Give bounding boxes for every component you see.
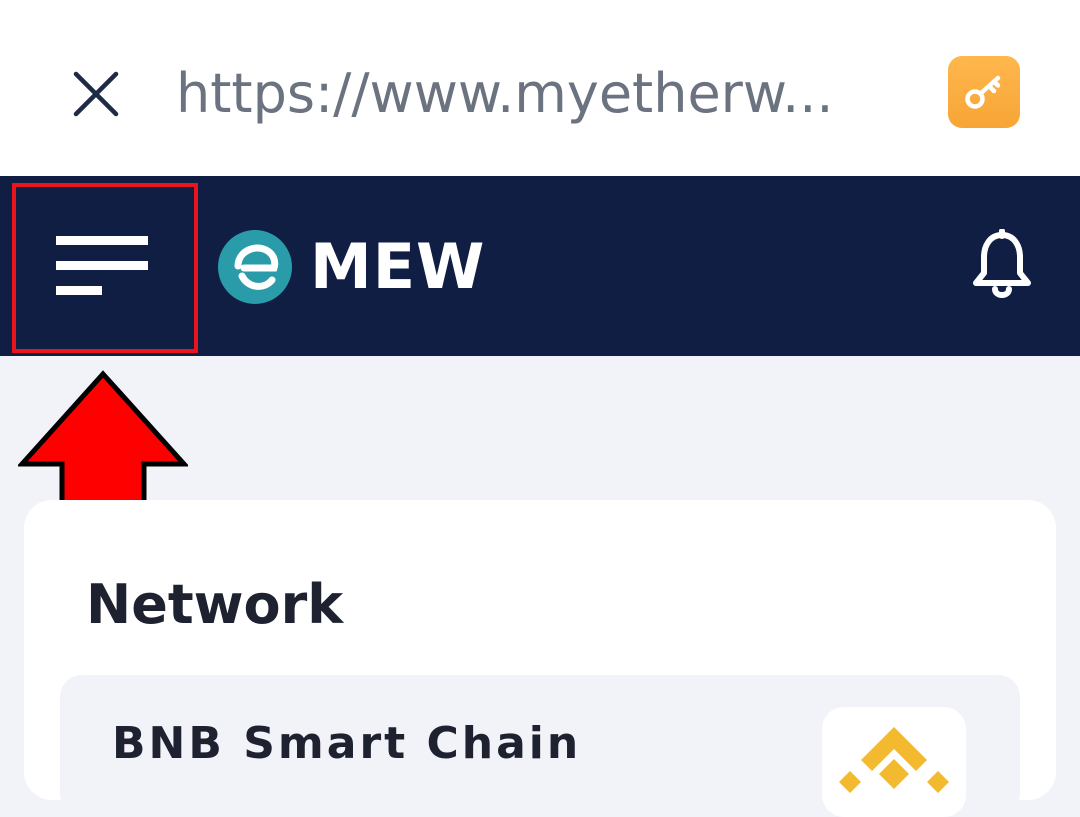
key-button[interactable] (948, 56, 1020, 128)
logo-text: MEW (310, 230, 486, 303)
close-icon (73, 71, 119, 117)
network-name: BNB Smart Chain (112, 718, 582, 769)
mew-logo-icon (218, 230, 292, 304)
bnb-logo-icon (839, 727, 949, 793)
mew-logo[interactable]: MEW (218, 230, 486, 304)
bell-icon (973, 229, 1031, 298)
key-icon (965, 75, 1001, 109)
bnb-logo (822, 707, 966, 817)
highlight-box (12, 183, 198, 353)
notifications-button[interactable] (968, 228, 1036, 306)
browser-bar: https://www.myetherw... (0, 0, 1080, 176)
network-card-title: Network (86, 573, 344, 636)
url-field[interactable]: https://www.myetherw... (176, 56, 834, 132)
close-button[interactable] (66, 62, 126, 126)
